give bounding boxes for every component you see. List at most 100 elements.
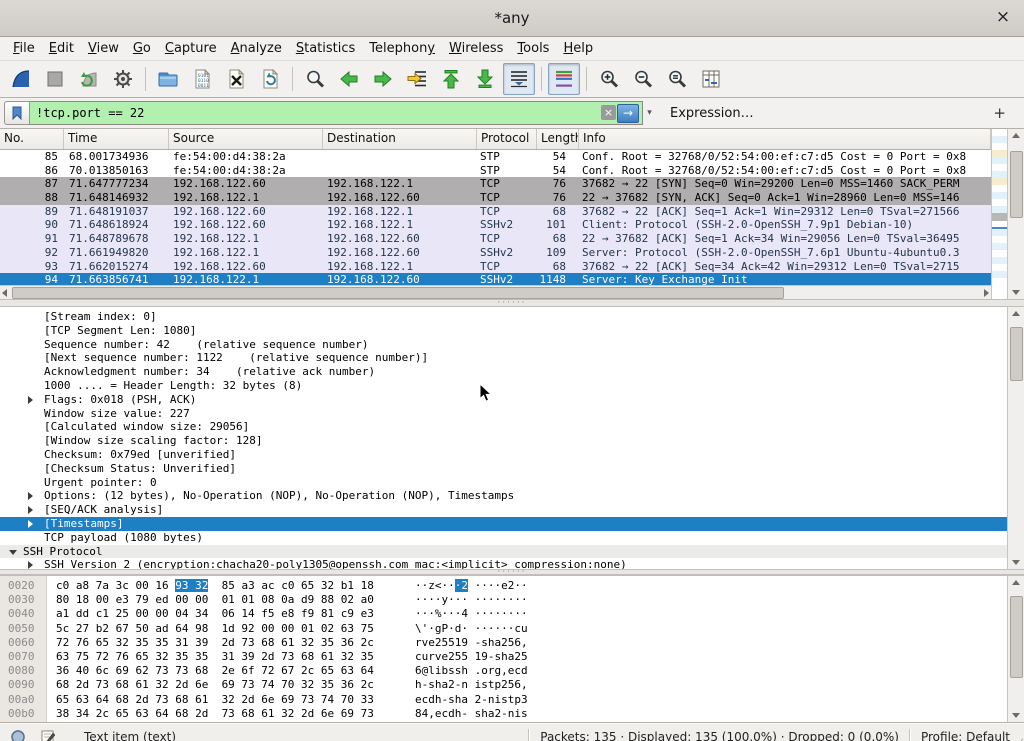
zoom-original-button[interactable]	[661, 63, 693, 95]
scroll-down-icon[interactable]	[1012, 713, 1020, 718]
scroll-left-icon[interactable]	[2, 289, 7, 297]
packet-row-87[interactable]: 8771.647777234192.168.122.60192.168.122.…	[0, 177, 991, 191]
hscroll-thumb[interactable]	[12, 287, 784, 299]
menu-item-go[interactable]: Go	[126, 39, 158, 58]
detail-row[interactable]: SSH Protocol	[0, 545, 1007, 559]
pane-splitter[interactable]: ······	[0, 299, 1024, 307]
capture-comment-icon[interactable]	[40, 729, 56, 741]
menu-item-analyze[interactable]: Analyze	[224, 39, 289, 58]
expert-info-icon[interactable]	[10, 729, 26, 741]
vscroll-thumb[interactable]	[1010, 327, 1023, 381]
column-header-source[interactable]: Source	[169, 129, 323, 149]
packet-row-92[interactable]: 9271.661949820192.168.122.1192.168.122.6…	[0, 246, 991, 260]
expression-button[interactable]: Expression…	[670, 106, 754, 121]
packet-row-86[interactable]: 8670.013850163fe:54:00:d4:38:2aSTP54Conf…	[0, 164, 991, 178]
detail-row[interactable]: [Next sequence number: 1122 (relative se…	[0, 351, 1007, 365]
capture-options-button[interactable]	[107, 63, 139, 95]
expander-collapsed-icon[interactable]	[28, 396, 33, 404]
menu-item-tools[interactable]: Tools	[510, 39, 556, 58]
packet-row-93[interactable]: 9371.662015274192.168.122.60192.168.122.…	[0, 260, 991, 274]
packet-list-header[interactable]: No.TimeSourceDestinationProtocolLengthIn…	[0, 129, 991, 150]
hex-row-0040[interactable]: 0040a1 dd c1 25 00 00 04 34 06 14 f5 e8 …	[0, 607, 1007, 621]
column-header-info[interactable]: Info	[579, 129, 991, 149]
zoom-in-button[interactable]	[593, 63, 625, 95]
detail-row[interactable]: [Stream index: 0]	[0, 310, 1007, 324]
packet-row-89[interactable]: 8971.648191037192.168.122.60192.168.122.…	[0, 205, 991, 219]
menu-item-file[interactable]: File	[6, 39, 42, 58]
colorize-button[interactable]	[548, 63, 580, 95]
go-back-button[interactable]	[333, 63, 365, 95]
save-file-button[interactable]: 010101100011	[186, 63, 218, 95]
hex-row-0090[interactable]: 009068 2d 73 68 61 32 2d 6e 69 73 74 70 …	[0, 678, 1007, 692]
hex-row-0050[interactable]: 00505c 27 b2 67 50 ad 64 98 1d 92 00 00 …	[0, 622, 1007, 636]
hex-row-0070[interactable]: 007063 75 72 76 65 32 35 35 31 39 2d 73 …	[0, 650, 1007, 664]
filter-history-dropdown[interactable]: ▾	[643, 101, 656, 125]
close-file-button[interactable]	[220, 63, 252, 95]
detail-row[interactable]: SSH Version 2 (encryption:chacha20-poly1…	[0, 558, 1007, 569]
auto-scroll-button[interactable]	[503, 63, 535, 95]
hex-row-0020[interactable]: 0020c0 a8 7a 3c 00 16 93 32 85 a3 ac c0 …	[0, 579, 1007, 593]
detail-vscrollbar[interactable]	[1007, 307, 1024, 569]
menu-item-y[interactable]: Telephony	[362, 39, 442, 58]
intelligent-scrollbar-minimap[interactable]	[991, 129, 1007, 299]
column-header-time[interactable]: Time	[64, 129, 169, 149]
packet-row-88[interactable]: 8871.648146932192.168.122.1192.168.122.6…	[0, 191, 991, 205]
packet-row-85[interactable]: 8568.001734936fe:54:00:d4:38:2aSTP54Conf…	[0, 150, 991, 164]
filter-bookmark-button[interactable]	[4, 101, 30, 125]
zoom-out-button[interactable]	[627, 63, 659, 95]
detail-row[interactable]: 1000 .... = Header Length: 32 bytes (8)	[0, 379, 1007, 393]
filter-clear-button[interactable]: ×	[601, 105, 616, 120]
column-header-length[interactable]: Length	[537, 129, 579, 149]
scroll-right-icon[interactable]	[984, 289, 989, 297]
restart-capture-button[interactable]	[73, 63, 105, 95]
menu-item-view[interactable]: View	[81, 39, 126, 58]
detail-row[interactable]: Sequence number: 42 (relative sequence n…	[0, 338, 1007, 352]
go-first-button[interactable]	[435, 63, 467, 95]
column-header-protocol[interactable]: Protocol	[477, 129, 537, 149]
detail-row[interactable]: [TCP Segment Len: 1080]	[0, 324, 1007, 338]
expander-collapsed-icon[interactable]	[28, 520, 33, 528]
menu-item-help[interactable]: Help	[556, 39, 600, 58]
go-forward-button[interactable]	[367, 63, 399, 95]
scroll-up-icon[interactable]	[1012, 311, 1020, 316]
detail-row[interactable]: Acknowledgment number: 34 (relative ack …	[0, 365, 1007, 379]
detail-row[interactable]: [Checksum Status: Unverified]	[0, 462, 1007, 476]
detail-row[interactable]: [SEQ/ACK analysis]	[0, 503, 1007, 517]
expander-collapsed-icon[interactable]	[28, 492, 33, 500]
filter-apply-button[interactable]: →	[617, 104, 639, 123]
scroll-up-icon[interactable]	[1012, 580, 1020, 585]
detail-row[interactable]: Options: (12 bytes), No-Operation (NOP),…	[0, 489, 1007, 503]
detail-row[interactable]: TCP payload (1080 bytes)	[0, 531, 1007, 545]
close-button[interactable]: ×	[992, 6, 1014, 28]
add-filter-button[interactable]: +	[987, 104, 1012, 122]
open-file-button[interactable]	[152, 63, 184, 95]
packet-row-90[interactable]: 9071.648618924192.168.122.60192.168.122.…	[0, 218, 991, 232]
hex-row-0030[interactable]: 003080 18 00 e3 79 ed 00 00 01 01 08 0a …	[0, 593, 1007, 607]
menu-item-edit[interactable]: Edit	[42, 39, 81, 58]
menu-item-capture[interactable]: Capture	[158, 39, 224, 58]
detail-row[interactable]: [Timestamps]	[0, 517, 1007, 531]
scroll-down-icon[interactable]	[1012, 560, 1020, 565]
profile-selector[interactable]: Profile: Default	[921, 730, 1010, 741]
hex-row-0080[interactable]: 008036 40 6c 69 62 73 73 68 2e 6f 72 67 …	[0, 664, 1007, 678]
vscroll-thumb[interactable]	[1010, 151, 1023, 218]
menu-item-statistics[interactable]: Statistics	[289, 39, 362, 58]
scroll-down-icon[interactable]	[1012, 290, 1020, 295]
detail-row[interactable]: Checksum: 0x79ed [unverified]	[0, 448, 1007, 462]
resize-columns-button[interactable]	[695, 63, 727, 95]
packet-row-94[interactable]: 9471.663856741192.168.122.1192.168.122.6…	[0, 273, 991, 285]
reload-file-button[interactable]	[254, 63, 286, 95]
packet-row-91[interactable]: 9171.648789678192.168.122.1192.168.122.6…	[0, 232, 991, 246]
hex-row-0060[interactable]: 006072 76 65 32 35 35 31 39 2d 73 68 61 …	[0, 636, 1007, 650]
detail-row[interactable]: [Window size scaling factor: 128]	[0, 434, 1007, 448]
column-header-no[interactable]: No.	[0, 129, 64, 149]
go-to-packet-button[interactable]	[401, 63, 433, 95]
detail-row[interactable]: Flags: 0x018 (PSH, ACK)	[0, 393, 1007, 407]
hex-row-00b0[interactable]: 00b038 34 2c 65 63 64 68 2d 73 68 61 32 …	[0, 707, 1007, 721]
scroll-up-icon[interactable]	[1012, 133, 1020, 138]
menu-item-wireless[interactable]: Wireless	[442, 39, 510, 58]
start-capture-button[interactable]	[5, 63, 37, 95]
expander-collapsed-icon[interactable]	[28, 561, 33, 569]
column-header-destination[interactable]: Destination	[323, 129, 477, 149]
vscroll-thumb[interactable]	[1010, 596, 1023, 678]
